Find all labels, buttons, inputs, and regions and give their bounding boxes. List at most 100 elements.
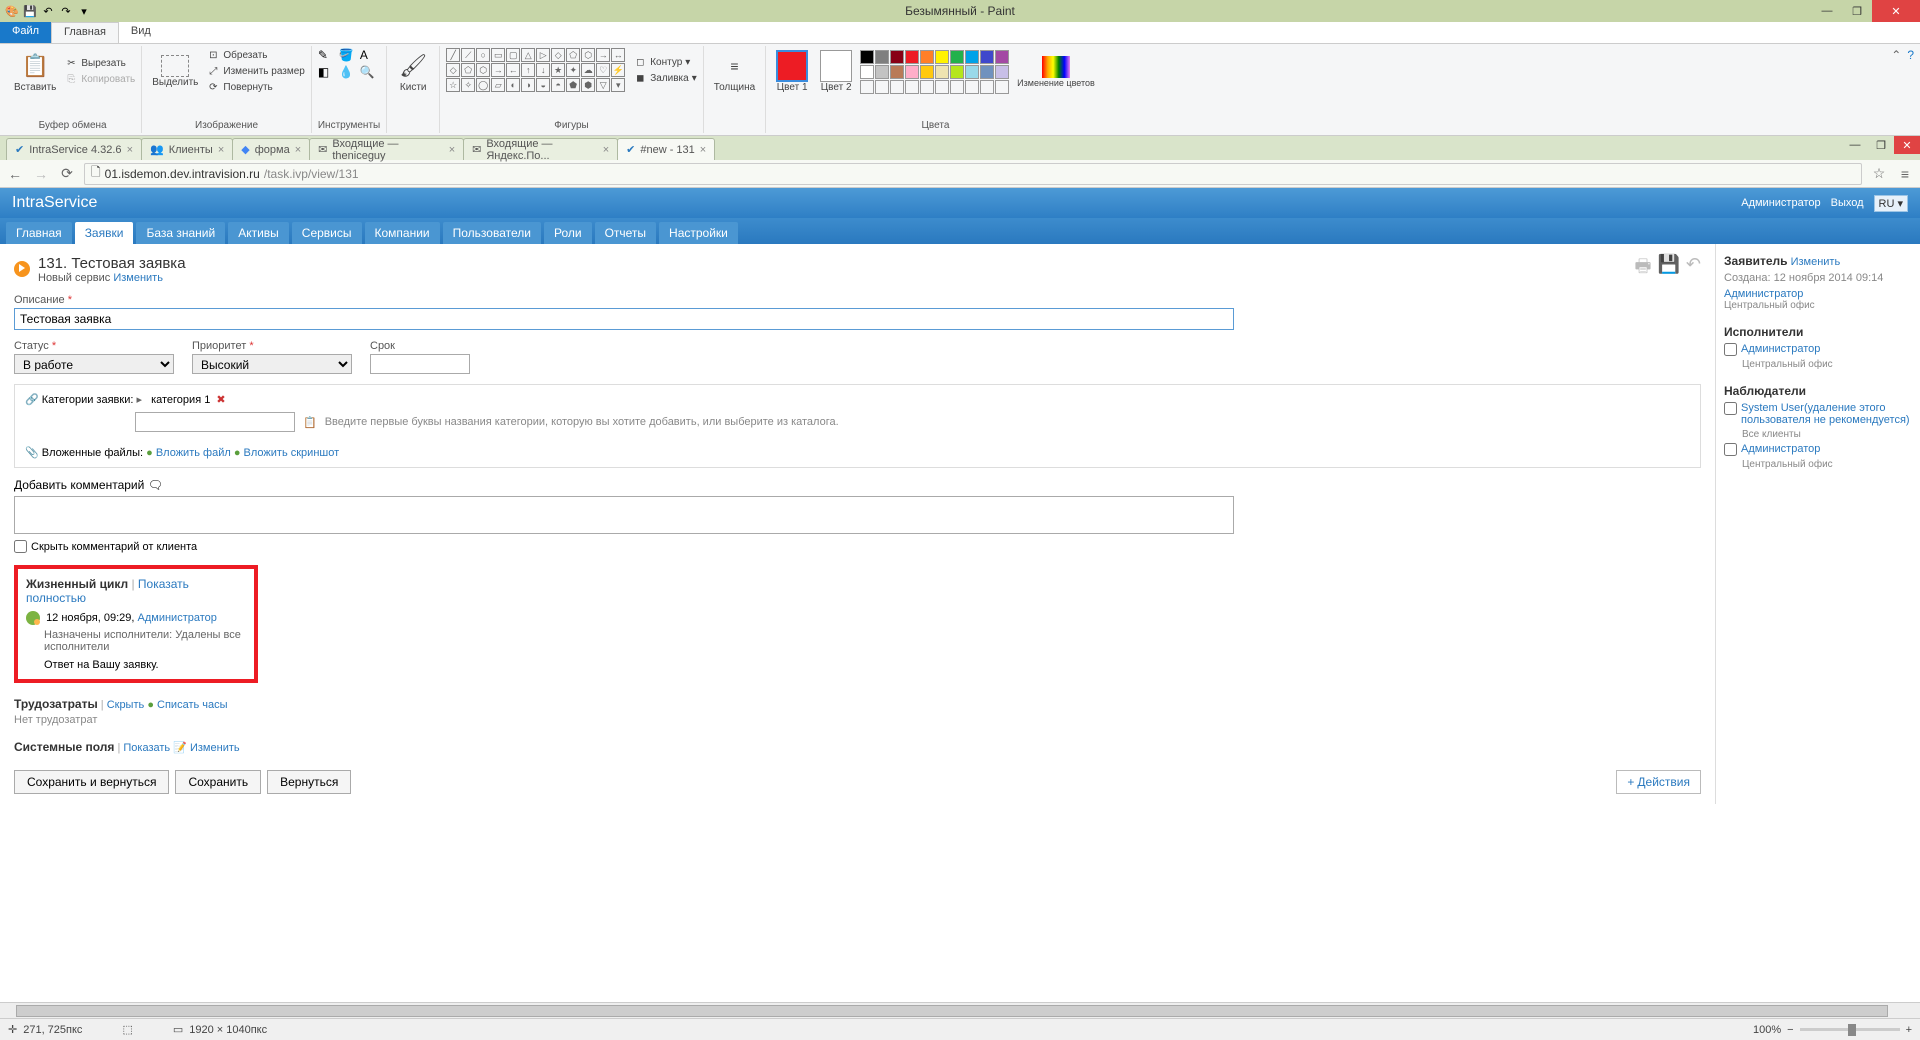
- browser-tab[interactable]: ✉Входящие — theniceguy×: [309, 138, 464, 160]
- nav-tab-main[interactable]: Главная: [6, 222, 72, 244]
- logout-link[interactable]: Выход: [1831, 197, 1864, 209]
- back-button[interactable]: ←: [6, 165, 24, 183]
- star-icon[interactable]: ☆: [1870, 165, 1888, 183]
- nav-tab-reports[interactable]: Отчеты: [595, 222, 656, 244]
- observer-user[interactable]: Администратор: [1741, 443, 1820, 455]
- nav-tab-kb[interactable]: База знаний: [136, 222, 225, 244]
- forward-button[interactable]: →: [32, 165, 50, 183]
- admin-link[interactable]: Администратор: [1741, 197, 1820, 209]
- zoom-out-button[interactable]: −: [1787, 1024, 1793, 1036]
- shapes-gallery[interactable]: ╱⟋○▭▢△▷◇⬠⬡→↔ ◇⬠⬡→←↑↓★✦☁♡⚡ ☆✧◯▱◐◑◒◓⬟⬢▽▾: [446, 48, 625, 92]
- paint-hscrollbar[interactable]: [0, 1002, 1920, 1018]
- comment-input[interactable]: [14, 496, 1234, 534]
- paste-button[interactable]: 📋 Вставить: [10, 48, 60, 95]
- status-select[interactable]: В работе: [14, 354, 174, 374]
- close-tab-icon[interactable]: ×: [127, 144, 133, 156]
- save-icon[interactable]: 💾: [1657, 254, 1679, 284]
- outline-button[interactable]: ◻Контур ▾: [633, 55, 697, 69]
- browser-minimize-button[interactable]: —: [1842, 136, 1868, 154]
- save-back-button[interactable]: Сохранить и вернуться: [14, 770, 169, 794]
- change-service-link[interactable]: Изменить: [113, 272, 163, 284]
- browser-close-button[interactable]: ✕: [1894, 136, 1920, 154]
- change-applicant-link[interactable]: Изменить: [1791, 256, 1841, 268]
- nav-tab-companies[interactable]: Компании: [365, 222, 440, 244]
- close-tab-icon[interactable]: ×: [218, 144, 224, 156]
- close-tab-icon[interactable]: ×: [449, 144, 455, 156]
- zoom-tool-icon[interactable]: 🔍: [360, 65, 378, 79]
- nav-tab-users[interactable]: Пользователи: [443, 222, 541, 244]
- category-input[interactable]: [135, 412, 295, 432]
- pencil-tool-icon[interactable]: ✎: [318, 48, 336, 62]
- print-icon[interactable]: 🖶: [1634, 254, 1651, 284]
- help-icon[interactable]: ?: [1907, 48, 1914, 62]
- close-button[interactable]: ✕: [1872, 0, 1920, 22]
- ribbon-tab-file[interactable]: Файл: [0, 22, 51, 43]
- color-palette[interactable]: [860, 50, 1009, 94]
- browser-tab[interactable]: ◆форма×: [232, 138, 310, 160]
- browser-maximize-button[interactable]: ❐: [1868, 136, 1894, 154]
- executor-user[interactable]: Администратор: [1741, 343, 1820, 355]
- show-sys-link[interactable]: Показать: [123, 742, 170, 754]
- browser-tab[interactable]: 👥Клиенты×: [141, 138, 233, 160]
- rotate-button[interactable]: ⟳Повернуть: [206, 80, 304, 94]
- priority-select[interactable]: Высокий: [192, 354, 352, 374]
- lang-selector[interactable]: RU ▾: [1874, 195, 1908, 212]
- applicant-user[interactable]: Администратор: [1724, 288, 1912, 300]
- nav-tab-requests[interactable]: Заявки: [75, 222, 134, 244]
- remove-category-icon[interactable]: ✖: [216, 394, 225, 406]
- copy-button[interactable]: ⎘Копировать: [64, 73, 135, 87]
- zoom-in-button[interactable]: +: [1906, 1024, 1912, 1036]
- browser-tab[interactable]: ✔#new - 131×: [617, 138, 715, 160]
- deadline-input[interactable]: [370, 354, 470, 374]
- observer-checkbox[interactable]: [1724, 443, 1737, 456]
- menu-icon[interactable]: ≡: [1896, 165, 1914, 183]
- resize-button[interactable]: ⤢Изменить размер: [206, 64, 304, 78]
- select-button[interactable]: Выделить: [148, 53, 202, 90]
- qat-dropdown-icon[interactable]: ▾: [76, 3, 92, 19]
- attach-file-link[interactable]: Вложить файл: [156, 447, 231, 459]
- observer-user[interactable]: System User(удаление этого пользователя …: [1741, 402, 1912, 426]
- ribbon-tab-view[interactable]: Вид: [119, 22, 163, 43]
- fill-tool-icon[interactable]: 🪣: [339, 48, 357, 62]
- close-tab-icon[interactable]: ×: [700, 144, 706, 156]
- browser-tab[interactable]: ✉Входящие — Яндекс.По...×: [463, 138, 618, 160]
- edit-colors-button[interactable]: Изменение цветов: [1013, 54, 1099, 90]
- fill-button[interactable]: ◼Заливка ▾: [633, 71, 697, 85]
- maximize-button[interactable]: ❐: [1842, 0, 1872, 22]
- size-button[interactable]: ≡ Толщина: [710, 48, 759, 95]
- eraser-tool-icon[interactable]: ◧: [318, 65, 336, 79]
- close-tab-icon[interactable]: ×: [295, 144, 301, 156]
- save-icon[interactable]: 💾: [22, 3, 38, 19]
- cut-button[interactable]: ✂Вырезать: [64, 57, 135, 71]
- brushes-button[interactable]: 🖌 Кисти: [393, 48, 433, 95]
- text-tool-icon[interactable]: A: [360, 48, 378, 62]
- nav-tab-assets[interactable]: Активы: [228, 222, 289, 244]
- close-tab-icon[interactable]: ×: [603, 144, 609, 156]
- attach-screenshot-link[interactable]: Вложить скриншот: [244, 447, 340, 459]
- edit-sys-link[interactable]: Изменить: [190, 742, 240, 754]
- undo-icon[interactable]: ↶: [1686, 254, 1701, 284]
- write-hours-link[interactable]: Списать часы: [157, 699, 228, 711]
- hide-labor-link[interactable]: Скрыть: [107, 699, 145, 711]
- minimize-button[interactable]: —: [1812, 0, 1842, 22]
- nav-tab-services[interactable]: Сервисы: [292, 222, 362, 244]
- color2-button[interactable]: Цвет 2: [816, 48, 856, 95]
- reload-button[interactable]: ⟳: [58, 165, 76, 183]
- undo-icon[interactable]: ↶: [40, 3, 56, 19]
- back-button[interactable]: Вернуться: [267, 770, 351, 794]
- nav-tab-settings[interactable]: Настройки: [659, 222, 738, 244]
- ribbon-minimize-icon[interactable]: ⌃: [1891, 48, 1901, 62]
- picker-tool-icon[interactable]: 💧: [339, 65, 357, 79]
- redo-icon[interactable]: ↷: [58, 3, 74, 19]
- executor-checkbox[interactable]: [1724, 343, 1737, 356]
- save-button[interactable]: Сохранить: [175, 770, 261, 794]
- lc-user[interactable]: Администратор: [138, 612, 217, 624]
- crop-button[interactable]: ⊡Обрезать: [206, 48, 304, 62]
- address-bar[interactable]: 🗋 01.isdemon.dev.intravision.ru/task.ivp…: [84, 163, 1862, 185]
- description-input[interactable]: Тестовая заявка: [14, 308, 1234, 330]
- ribbon-tab-home[interactable]: Главная: [51, 22, 119, 43]
- nav-tab-roles[interactable]: Роли: [544, 222, 592, 244]
- hide-comment-checkbox[interactable]: [14, 540, 27, 553]
- observer-checkbox[interactable]: [1724, 402, 1737, 415]
- catalog-icon[interactable]: 📋: [303, 416, 317, 429]
